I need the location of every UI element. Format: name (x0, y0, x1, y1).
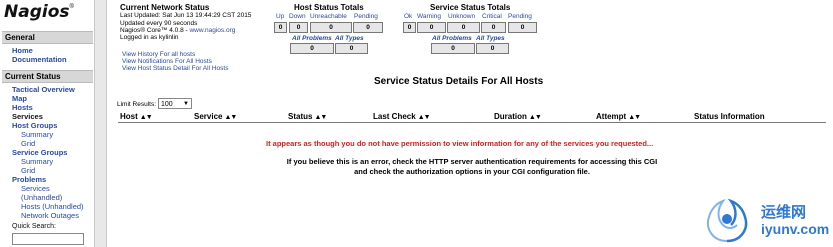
nav-problems-services-unhandled[interactable]: (Unhandled) (21, 193, 62, 202)
limit-results-label: Limit Results: (117, 101, 157, 108)
column-attempt[interactable]: Attempt ▲▼ (596, 112, 641, 121)
nav-problems-hosts-unhandled[interactable]: Hosts (Unhandled) (21, 202, 84, 211)
nav-service-groups-grid[interactable]: Grid (21, 166, 35, 175)
host-all-types-value: 0 (335, 43, 368, 54)
nav-documentation[interactable]: Documentation (12, 55, 67, 64)
page-title: Service Status Details For All Hosts (374, 76, 544, 87)
host-header-pending[interactable]: Pending (354, 13, 378, 20)
link-view-history[interactable]: View History For all hosts (122, 51, 195, 58)
sort-arrows-icon[interactable]: ▲▼ (140, 114, 153, 121)
limit-results-value: 100 (161, 101, 173, 108)
core-version-text: Nagios® Core™ 4.0.8 - (120, 27, 190, 34)
column-status-label: Status (288, 112, 313, 121)
service-all-problems-label[interactable]: All Problems (432, 35, 472, 42)
nav-header-current-status: Current Status (2, 70, 93, 83)
info-title: Current Network Status (120, 3, 210, 12)
logo-registered-mark: ® (69, 4, 74, 10)
nav-host-groups-grid[interactable]: Grid (21, 139, 35, 148)
host-all-types-label[interactable]: All Types (335, 35, 364, 42)
service-value-unknown: 0 (447, 22, 480, 33)
permission-help-line-1: If you believe this is an error, check t… (286, 157, 658, 166)
service-totals-title: Service Status Totals (430, 3, 511, 12)
host-header-up[interactable]: Up (276, 13, 284, 20)
service-header-critical[interactable]: Critical (482, 13, 502, 20)
quick-search-input[interactable] (12, 233, 84, 245)
nav-service-groups-summary[interactable]: Summary (21, 157, 53, 166)
service-all-problems-value: 0 (431, 43, 475, 54)
column-duration-label: Duration (494, 112, 527, 121)
watermark-logo-icon (707, 198, 748, 243)
nav-problems-services[interactable]: Services (21, 184, 50, 193)
host-totals-title: Host Status Totals (294, 3, 364, 12)
sort-arrows-icon[interactable]: ▲▼ (314, 114, 327, 121)
table-header-divider (118, 122, 826, 123)
host-header-unreachable[interactable]: Unreachable (310, 13, 347, 20)
column-status-information-label: Status Information (694, 112, 765, 121)
service-all-types-value: 0 (476, 43, 509, 54)
link-view-host-status[interactable]: View Host Status Detail For All Hosts (122, 65, 228, 72)
column-service-label: Service (194, 112, 223, 121)
nav-home[interactable]: Home (12, 46, 33, 55)
column-host-label: Host (120, 112, 138, 121)
service-header-pending[interactable]: Pending (508, 13, 532, 20)
nav-service-groups[interactable]: Service Groups (12, 148, 67, 157)
watermark: 运维网 iyunv.com (693, 195, 833, 247)
host-value-pending: 0 (353, 22, 383, 33)
host-all-problems-value: 0 (290, 43, 334, 54)
link-view-notifications[interactable]: View Notifications For All Hosts (122, 58, 212, 65)
column-service[interactable]: Service ▲▼ (194, 112, 237, 121)
host-value-down: 0 (289, 22, 308, 33)
column-last-check-label: Last Check (373, 112, 416, 121)
column-status-information: Status Information (694, 112, 765, 121)
nav-map[interactable]: Map (12, 94, 27, 103)
nav-network-outages[interactable]: Network Outages (21, 211, 79, 220)
nav-host-groups-summary[interactable]: Summary (21, 130, 53, 139)
column-duration[interactable]: Duration ▲▼ (494, 112, 542, 121)
service-value-pending: 0 (508, 22, 537, 33)
service-header-ok[interactable]: Ok (404, 13, 412, 20)
service-value-warning: 0 (417, 22, 446, 33)
nagios-logo[interactable]: Nagios® (4, 2, 74, 24)
nav-services[interactable]: Services (12, 112, 43, 121)
nav-header-general: General (2, 31, 93, 44)
nav-hosts[interactable]: Hosts (12, 103, 33, 112)
service-value-critical: 0 (481, 22, 506, 33)
logo-text: Nagios (4, 2, 70, 22)
column-attempt-label: Attempt (596, 112, 627, 121)
sort-arrows-icon[interactable]: ▲▼ (628, 114, 641, 121)
permission-help-note: If you believe this is an error, check t… (222, 157, 722, 177)
nav-host-groups[interactable]: Host Groups (12, 121, 57, 130)
host-all-problems-label[interactable]: All Problems (292, 35, 332, 42)
last-updated: Last Updated: Sat Jun 13 19:44:29 CST 20… (120, 12, 252, 19)
nav-problems[interactable]: Problems (12, 175, 46, 184)
column-host[interactable]: Host ▲▼ (120, 112, 153, 121)
permission-help-line-2: and check the authorization options in y… (354, 167, 590, 176)
sort-arrows-icon[interactable]: ▲▼ (418, 114, 431, 121)
nav-tactical-overview[interactable]: Tactical Overview (12, 85, 75, 94)
watermark-cn-text: 运维网 (761, 204, 807, 221)
watermark-en-text: iyunv.com (761, 221, 830, 237)
sort-arrows-icon[interactable]: ▲▼ (224, 114, 237, 121)
sort-arrows-icon[interactable]: ▲▼ (529, 114, 542, 121)
column-status[interactable]: Status ▲▼ (288, 112, 327, 121)
left-nav: Nagios® General Home Documentation Curre… (0, 0, 94, 247)
service-header-unknown[interactable]: Unknown (448, 13, 475, 20)
host-value-unreachable: 0 (310, 22, 352, 33)
host-value-up: 0 (274, 22, 287, 33)
column-last-check[interactable]: Last Check ▲▼ (373, 112, 431, 121)
logged-in-as: Logged in as kylinlin (120, 34, 179, 41)
service-header-warning[interactable]: Warning (417, 13, 441, 20)
quick-search-label: Quick Search: (12, 223, 56, 230)
service-all-types-label[interactable]: All Types (476, 35, 505, 42)
permission-error-message: It appears as though you do not have per… (266, 139, 654, 148)
service-value-ok: 0 (403, 22, 416, 33)
limit-results-select[interactable]: 100 ▼ (158, 98, 192, 109)
dropdown-arrow-icon: ▼ (183, 101, 189, 107)
nagios-org-link[interactable]: www.nagios.org (189, 27, 235, 34)
host-header-down[interactable]: Down (289, 13, 306, 20)
